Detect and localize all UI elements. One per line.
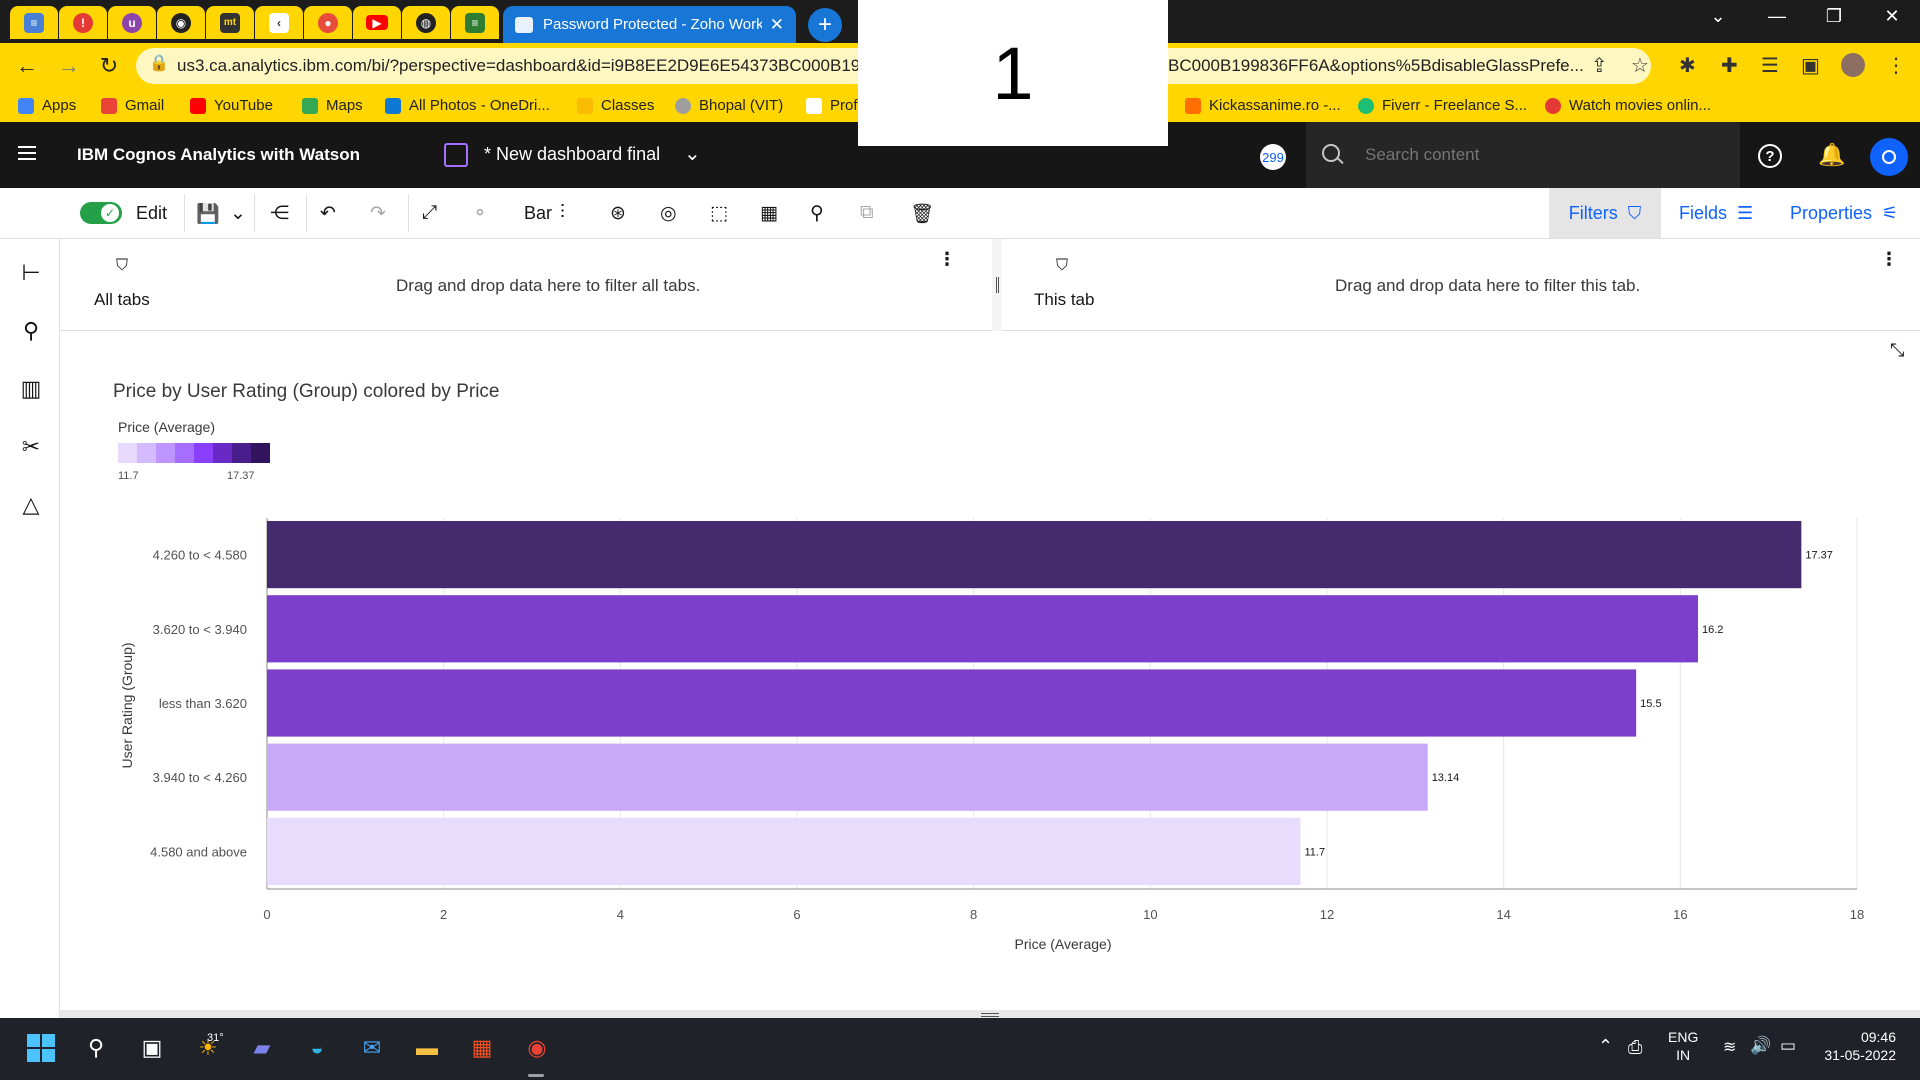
x-tick-label: 18 bbox=[1850, 907, 1864, 922]
active-app-indicator bbox=[528, 1074, 544, 1077]
language-indicator[interactable]: ENG IN bbox=[1668, 1028, 1698, 1064]
weather-temperature: 31° bbox=[207, 1032, 224, 1044]
clock[interactable]: 09:46 31-05-2022 bbox=[1818, 1028, 1896, 1064]
edge-icon[interactable]: ◒ bbox=[302, 1033, 332, 1063]
x-tick-label: 16 bbox=[1673, 907, 1687, 922]
overlay-number: 1 bbox=[858, 0, 1168, 146]
bar[interactable] bbox=[267, 817, 1301, 885]
wifi-icon[interactable]: ≋ bbox=[1723, 1037, 1736, 1057]
x-tick-label: 12 bbox=[1320, 907, 1334, 922]
x-tick-label: 8 bbox=[970, 907, 977, 922]
printer-icon[interactable]: ⎙ bbox=[1628, 1037, 1642, 1058]
search-icon[interactable]: ⚲ bbox=[81, 1033, 111, 1063]
task-view-icon[interactable]: ▣ bbox=[137, 1033, 167, 1063]
chrome-icon[interactable]: ◉ bbox=[522, 1033, 552, 1063]
category-label: 4.260 to < 4.580 bbox=[153, 548, 247, 563]
start-button[interactable] bbox=[26, 1033, 56, 1063]
y-axis-title: User Rating (Group) bbox=[119, 642, 135, 768]
store-icon[interactable]: ▦ bbox=[467, 1033, 497, 1063]
volume-icon[interactable]: 🔊 bbox=[1750, 1036, 1771, 1056]
x-tick-label: 6 bbox=[793, 907, 800, 922]
category-label: 3.940 to < 4.260 bbox=[153, 770, 247, 785]
bar-chart: 0 2 4 6 8 10 12 14 16 18 4.260 to < 4.580 17.37 3.62… bbox=[119, 518, 1864, 952]
x-tick-label: 4 bbox=[617, 907, 624, 922]
category-label: 4.580 and above bbox=[150, 844, 247, 859]
x-tick-label: 10 bbox=[1143, 907, 1157, 922]
chevron-up-icon[interactable]: ⌃ bbox=[1598, 1036, 1613, 1057]
x-tick-label: 2 bbox=[440, 907, 447, 922]
data-label: 17.37 bbox=[1805, 550, 1833, 562]
mail-icon[interactable]: ✉ bbox=[357, 1033, 387, 1063]
battery-icon[interactable]: ▭ bbox=[1780, 1036, 1796, 1056]
data-label: 13.14 bbox=[1432, 772, 1460, 784]
data-label: 15.5 bbox=[1640, 698, 1661, 710]
folder-icon[interactable]: ▬ bbox=[412, 1033, 442, 1063]
bar[interactable] bbox=[267, 669, 1637, 737]
chat-icon[interactable]: ▰ bbox=[247, 1033, 277, 1063]
x-axis-title: Price (Average) bbox=[1014, 936, 1111, 952]
category-label: 3.620 to < 3.940 bbox=[153, 622, 247, 637]
windows-icon bbox=[27, 1034, 55, 1062]
data-label: 11.7 bbox=[1305, 846, 1326, 858]
bar[interactable] bbox=[267, 595, 1698, 663]
bar[interactable] bbox=[267, 743, 1428, 811]
x-tick-label: 0 bbox=[263, 907, 270, 922]
x-tick-label: 14 bbox=[1496, 907, 1510, 922]
category-label: less than 3.620 bbox=[159, 696, 247, 711]
data-label: 16.2 bbox=[1702, 624, 1723, 636]
bar[interactable] bbox=[267, 521, 1802, 589]
resize-handle[interactable] bbox=[981, 1013, 999, 1017]
windows-taskbar: ⚲ ▣ ☀ 31° ▰ ◒ ✉ ▬ ▦ ◉ ⌃ ⎙ ENG IN ≋ 🔊 ▭ 0… bbox=[0, 1018, 1920, 1080]
